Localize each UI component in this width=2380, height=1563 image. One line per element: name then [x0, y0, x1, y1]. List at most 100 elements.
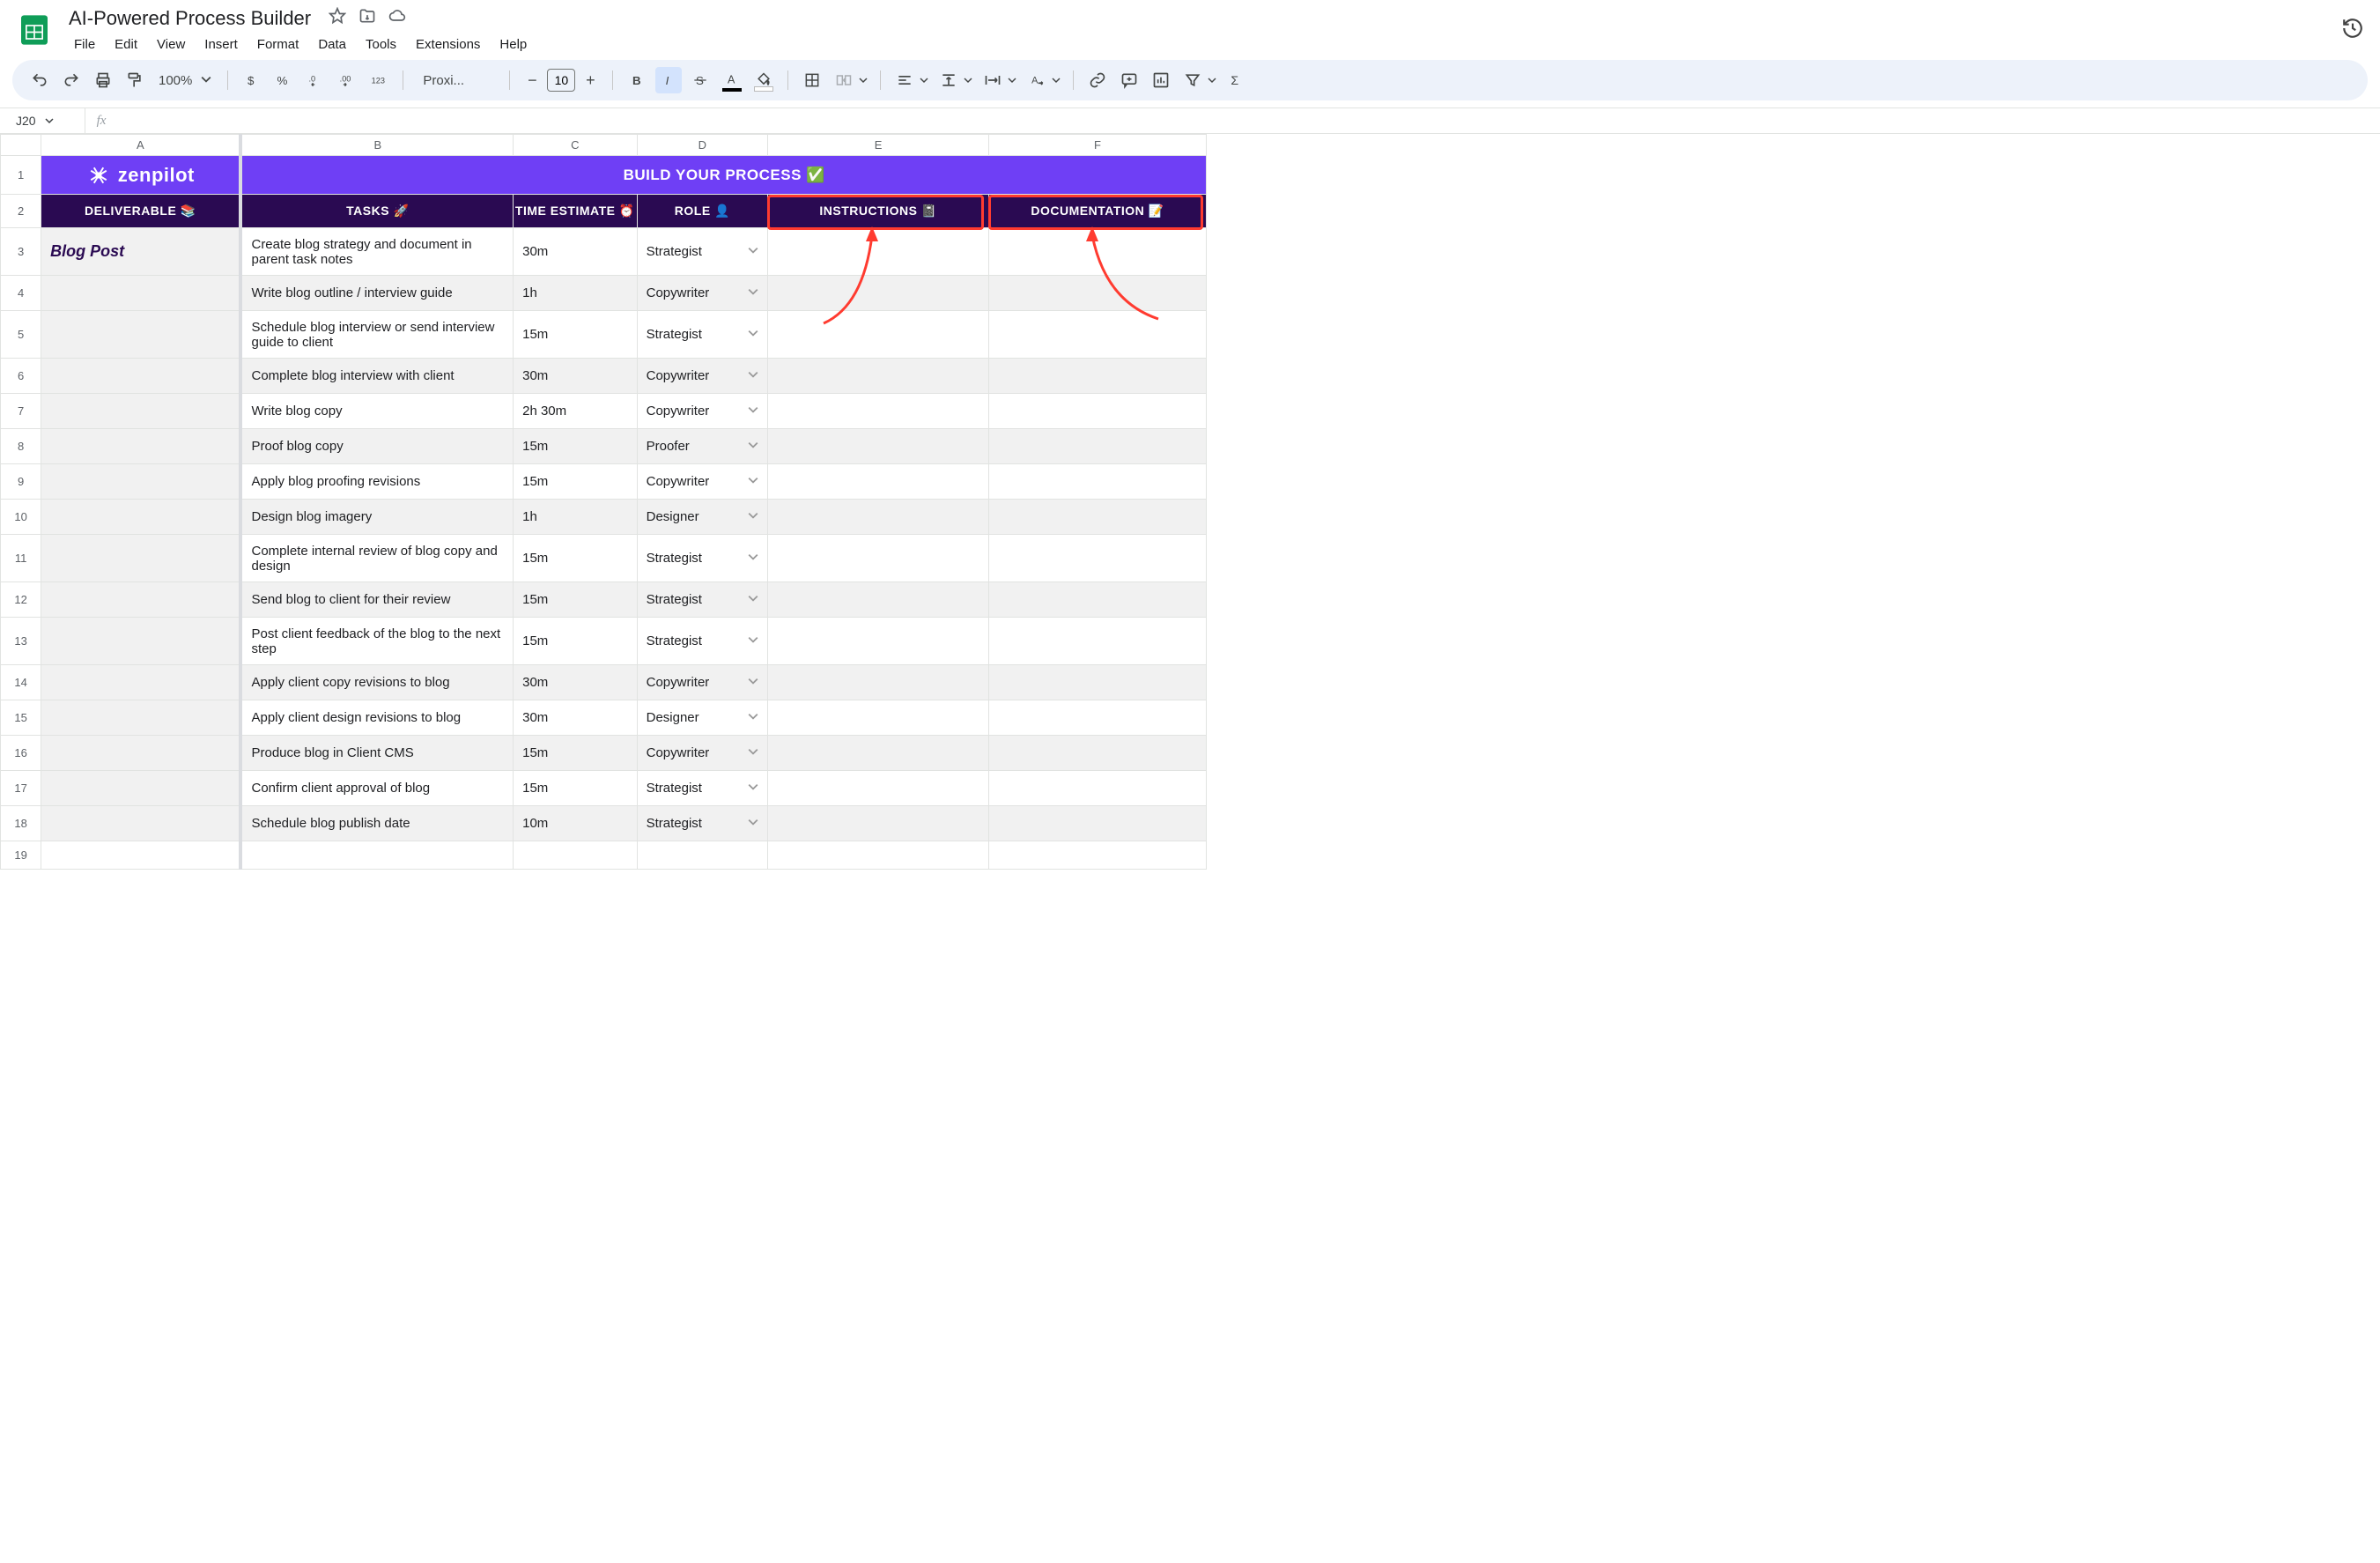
cell-A18[interactable] — [41, 806, 241, 841]
font-select[interactable]: Proxi... — [414, 73, 499, 88]
cell-A7[interactable] — [41, 394, 241, 429]
header-cell-E[interactable]: INSTRUCTIONS 📓 — [768, 195, 989, 228]
row-header-9[interactable]: 9 — [1, 464, 41, 500]
chevron-down-icon[interactable] — [748, 509, 758, 524]
cell-C18[interactable]: 10m — [514, 806, 638, 841]
cell-F17[interactable] — [989, 771, 1207, 806]
row-header-16[interactable]: 16 — [1, 736, 41, 771]
header-cell-C[interactable]: TIME ESTIMATE ⏰ — [514, 195, 638, 228]
cell-B4[interactable]: Write blog outline / interview guide — [240, 276, 513, 311]
row-header-7[interactable]: 7 — [1, 394, 41, 429]
chevron-down-icon[interactable] — [1206, 76, 1218, 85]
currency-button[interactable]: $ — [239, 67, 265, 93]
cell-A17[interactable] — [41, 771, 241, 806]
chevron-down-icon[interactable] — [748, 244, 758, 259]
format-123-button[interactable]: 123 — [366, 67, 392, 93]
cell-D12[interactable]: Strategist — [637, 582, 768, 618]
cell-C19[interactable] — [514, 841, 638, 870]
cell-B3[interactable]: Create blog strategy and document in par… — [240, 228, 513, 276]
cell-C5[interactable]: 15m — [514, 311, 638, 359]
row-header-8[interactable]: 8 — [1, 429, 41, 464]
cell-A19[interactable] — [41, 841, 241, 870]
cell-D17[interactable]: Strategist — [637, 771, 768, 806]
cell-F9[interactable] — [989, 464, 1207, 500]
cell-D5[interactable]: Strategist — [637, 311, 768, 359]
cell-E17[interactable] — [768, 771, 989, 806]
chart-button[interactable] — [1148, 67, 1174, 93]
cell-B10[interactable]: Design blog imagery — [240, 500, 513, 535]
row-header-10[interactable]: 10 — [1, 500, 41, 535]
formula-input[interactable] — [117, 108, 2380, 133]
cell-D10[interactable]: Designer — [637, 500, 768, 535]
cell-E10[interactable] — [768, 500, 989, 535]
cell-F15[interactable] — [989, 700, 1207, 736]
cell-E5[interactable] — [768, 311, 989, 359]
cell-C3[interactable]: 30m — [514, 228, 638, 276]
chevron-down-icon[interactable] — [748, 474, 758, 489]
cell-B19[interactable] — [240, 841, 513, 870]
cell-D9[interactable]: Copywriter — [637, 464, 768, 500]
cell-banner-title[interactable]: BUILD YOUR PROCESS ✅ — [240, 156, 1206, 195]
cell-E7[interactable] — [768, 394, 989, 429]
cell-D13[interactable]: Strategist — [637, 618, 768, 665]
chevron-down-icon[interactable] — [748, 710, 758, 725]
cell-C16[interactable]: 15m — [514, 736, 638, 771]
chevron-down-icon[interactable] — [748, 745, 758, 760]
col-header-A[interactable]: A — [41, 135, 241, 156]
header-cell-A[interactable]: DELIVERABLE 📚 — [41, 195, 241, 228]
cell-D7[interactable]: Copywriter — [637, 394, 768, 429]
cell-B6[interactable]: Complete blog interview with client — [240, 359, 513, 394]
cell-C12[interactable]: 15m — [514, 582, 638, 618]
filter-button[interactable] — [1179, 67, 1206, 93]
cloud-icon[interactable] — [388, 7, 406, 29]
cell-A1[interactable]: zenpilot — [41, 156, 241, 195]
col-header-B[interactable]: B — [240, 135, 513, 156]
percent-button[interactable]: % — [270, 67, 297, 93]
row-header-3[interactable]: 3 — [1, 228, 41, 276]
cell-F16[interactable] — [989, 736, 1207, 771]
chevron-down-icon[interactable] — [748, 551, 758, 566]
cell-B13[interactable]: Post client feedback of the blog to the … — [240, 618, 513, 665]
header-cell-D[interactable]: ROLE 👤 — [637, 195, 768, 228]
row-header-15[interactable]: 15 — [1, 700, 41, 736]
cell-C10[interactable]: 1h — [514, 500, 638, 535]
fill-color-button[interactable] — [750, 67, 777, 93]
cell-A4[interactable] — [41, 276, 241, 311]
cell-A8[interactable] — [41, 429, 241, 464]
cell-E13[interactable] — [768, 618, 989, 665]
row-header-11[interactable]: 11 — [1, 535, 41, 582]
cell-E6[interactable] — [768, 359, 989, 394]
redo-button[interactable] — [58, 67, 85, 93]
merge-button[interactable] — [831, 67, 857, 93]
cell-C8[interactable]: 15m — [514, 429, 638, 464]
cell-F6[interactable] — [989, 359, 1207, 394]
cell-B18[interactable]: Schedule blog publish date — [240, 806, 513, 841]
cell-D14[interactable]: Copywriter — [637, 665, 768, 700]
cell-B9[interactable]: Apply blog proofing revisions — [240, 464, 513, 500]
paint-format-button[interactable] — [122, 67, 148, 93]
zoom-select[interactable]: 100% — [153, 73, 217, 88]
cell-A16[interactable] — [41, 736, 241, 771]
cell-D16[interactable]: Copywriter — [637, 736, 768, 771]
chevron-down-icon[interactable] — [857, 76, 869, 85]
cell-B8[interactable]: Proof blog copy — [240, 429, 513, 464]
print-button[interactable] — [90, 67, 116, 93]
row-header-17[interactable]: 17 — [1, 771, 41, 806]
italic-button[interactable]: I — [655, 67, 682, 93]
cell-A12[interactable] — [41, 582, 241, 618]
font-size-input[interactable] — [547, 69, 575, 92]
sheets-logo[interactable] — [16, 5, 53, 55]
increase-font-button[interactable]: + — [579, 69, 602, 92]
col-header-F[interactable]: F — [989, 135, 1207, 156]
cell-E8[interactable] — [768, 429, 989, 464]
cell-A13[interactable] — [41, 618, 241, 665]
cell-C11[interactable]: 15m — [514, 535, 638, 582]
cell-E18[interactable] — [768, 806, 989, 841]
cell-F13[interactable] — [989, 618, 1207, 665]
cell-E9[interactable] — [768, 464, 989, 500]
select-all-corner[interactable] — [1, 135, 41, 156]
chevron-down-icon[interactable] — [748, 285, 758, 300]
chevron-down-icon[interactable] — [748, 439, 758, 454]
col-header-D[interactable]: D — [637, 135, 768, 156]
cell-C14[interactable]: 30m — [514, 665, 638, 700]
